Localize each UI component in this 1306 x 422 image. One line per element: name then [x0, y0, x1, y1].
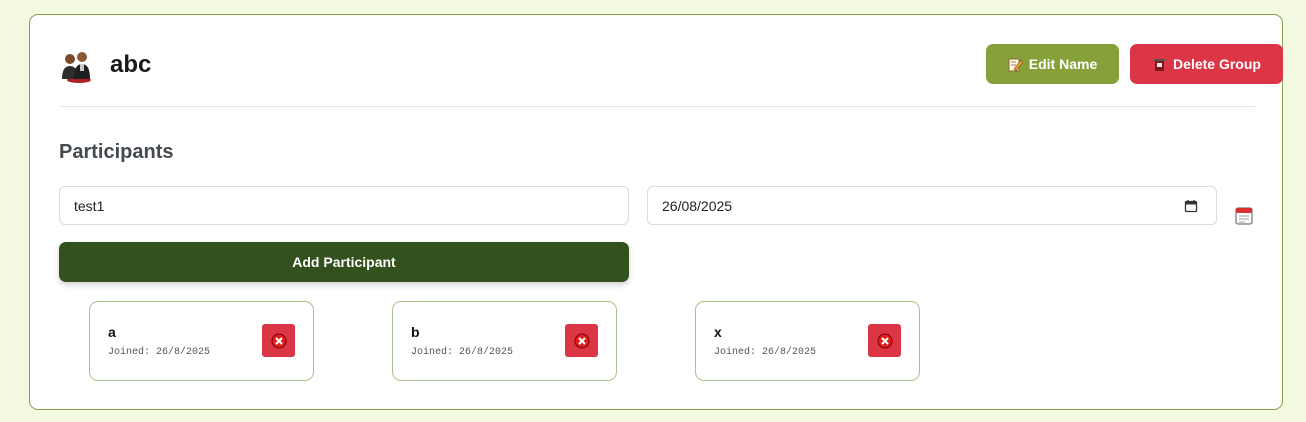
- participant-card: a Joined: 26/8/2025: [89, 301, 314, 381]
- participant-joined-date: Joined: 26/8/2025: [714, 347, 817, 358]
- participant-card: x Joined: 26/8/2025: [695, 301, 920, 381]
- group-people-icon: [59, 49, 93, 83]
- participant-name: x: [714, 324, 722, 340]
- participant-name: a: [108, 324, 116, 340]
- remove-x-icon: [877, 333, 892, 348]
- remove-participant-button[interactable]: [262, 324, 295, 357]
- join-date-value: 26/08/2025: [662, 197, 733, 214]
- participant-name-input[interactable]: test1: [59, 186, 629, 225]
- remove-participant-button[interactable]: [565, 324, 598, 357]
- remove-x-icon: [271, 333, 286, 348]
- delete-group-label: Delete Group: [1173, 56, 1261, 72]
- delete-group-button[interactable]: Delete Group: [1130, 44, 1283, 84]
- group-card: abc Edit Name Delete Group Participants …: [29, 14, 1283, 410]
- calendar-picker-icon[interactable]: [1184, 199, 1198, 213]
- calendar-button-icon[interactable]: [1235, 207, 1253, 225]
- add-participant-button[interactable]: Add Participant: [59, 242, 629, 282]
- participant-joined-date: Joined: 26/8/2025: [411, 347, 514, 358]
- remove-participant-button[interactable]: [868, 324, 901, 357]
- participant-name-value: test1: [74, 197, 105, 214]
- group-header: abc Edit Name Delete Group: [59, 15, 1283, 107]
- participants-heading: Participants: [59, 141, 174, 163]
- participant-card: b Joined: 26/8/2025: [392, 301, 617, 381]
- edit-name-label: Edit Name: [1028, 56, 1098, 72]
- participant-name: b: [411, 324, 420, 340]
- edit-name-button[interactable]: Edit Name: [986, 44, 1119, 84]
- trash-can-icon: [1152, 57, 1167, 72]
- memo-pencil-icon: [1008, 57, 1024, 72]
- group-name-title: abc: [110, 51, 152, 78]
- participant-joined-date: Joined: 26/8/2025: [108, 347, 211, 358]
- join-date-input[interactable]: 26/08/2025: [647, 186, 1217, 225]
- remove-x-icon: [574, 333, 589, 348]
